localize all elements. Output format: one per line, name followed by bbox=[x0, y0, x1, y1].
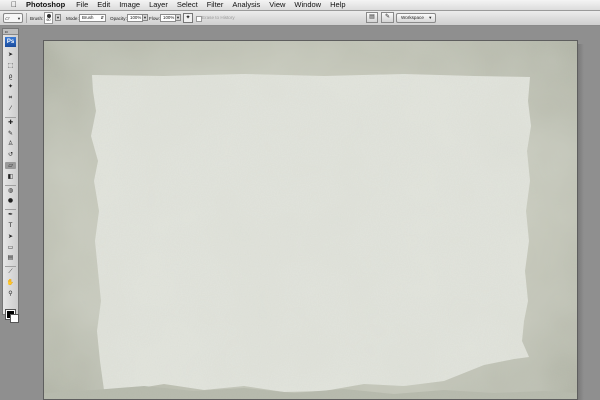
palette-well-icon[interactable]: ▤ bbox=[366, 12, 378, 23]
zoom-tool-icon[interactable]: ⚲ bbox=[5, 290, 16, 297]
toolbox-divider bbox=[5, 266, 16, 268]
airbrush-toggle-icon[interactable]: ✦ bbox=[183, 13, 193, 23]
marquee-tool-icon[interactable]: ⬚ bbox=[5, 62, 16, 69]
menu-analysis[interactable]: Analysis bbox=[232, 0, 260, 10]
opacity-slider-arrow-icon[interactable]: ▼ bbox=[142, 14, 148, 21]
tool-preset-picker[interactable]: ▱ ▼ bbox=[3, 13, 23, 23]
toolbox-divider bbox=[5, 209, 16, 211]
brushes-palette-icon[interactable]: ✎ bbox=[381, 12, 394, 23]
brush-picker-arrow-icon[interactable]: ▼ bbox=[55, 14, 61, 21]
slice-tool-icon[interactable]: ⁄ bbox=[5, 105, 16, 112]
mode-select[interactable]: Brush ⇵ bbox=[79, 14, 106, 22]
brush-size-value: 60 bbox=[46, 18, 51, 22]
history-brush-tool-icon[interactable]: ↺ bbox=[5, 151, 16, 158]
mode-label: Mode: bbox=[66, 15, 79, 21]
menu-app-photoshop[interactable]: Photoshop bbox=[26, 0, 65, 10]
toolbox-divider bbox=[5, 116, 16, 118]
notes-tool-icon[interactable]: ▤ bbox=[5, 254, 16, 261]
eyedropper-tool-icon[interactable]: ⟋ bbox=[5, 268, 16, 275]
type-tool-icon[interactable]: T bbox=[5, 222, 16, 229]
toolbox-panel: •• Ps ➤ ⬚ ϱ ✦ ⌗ ⁄ ✚ ✎ ♙ ↺ ▱ ◧ ◍ ● ✒ T ➤ ▭ ▤ ⟋ ✋ ⚲ bbox=[2, 28, 19, 323]
canvas-artwork bbox=[44, 41, 577, 399]
menu-image[interactable]: Image bbox=[119, 0, 140, 10]
hand-tool-icon[interactable]: ✋ bbox=[5, 279, 16, 286]
apple-logo-icon[interactable]:  bbox=[9, 0, 19, 10]
crop-tool-icon[interactable]: ⌗ bbox=[5, 94, 16, 101]
opacity-field[interactable]: 100% bbox=[127, 14, 143, 22]
healing-brush-tool-icon[interactable]: ✚ bbox=[5, 119, 16, 126]
menu-file[interactable]: File bbox=[76, 0, 88, 10]
lasso-tool-icon[interactable]: ϱ bbox=[5, 73, 16, 80]
brush-tool-icon[interactable]: ✎ bbox=[5, 130, 16, 137]
gradient-tool-icon[interactable]: ◧ bbox=[5, 173, 16, 180]
menu-view[interactable]: View bbox=[269, 0, 285, 10]
opacity-label: Opacity: bbox=[110, 15, 127, 21]
brush-label: Brush: bbox=[30, 15, 44, 21]
chevron-down-icon: ▼ bbox=[428, 15, 433, 20]
select-arrows-icon: ⇵ bbox=[100, 15, 104, 20]
mode-value: Brush bbox=[82, 15, 94, 20]
menu-filter[interactable]: Filter bbox=[207, 0, 224, 10]
menu-bar:  Photoshop File Edit Image Layer Select… bbox=[0, 0, 600, 11]
ps-logo[interactable]: Ps bbox=[5, 37, 16, 47]
document-canvas[interactable] bbox=[43, 40, 578, 400]
menu-layer[interactable]: Layer bbox=[149, 0, 168, 10]
flow-label: Flow: bbox=[149, 15, 160, 21]
clone-stamp-tool-icon[interactable]: ♙ bbox=[5, 140, 16, 147]
eraser-tool-icon[interactable]: ▱ bbox=[5, 162, 16, 169]
menu-window[interactable]: Window bbox=[294, 0, 321, 10]
magic-wand-tool-icon[interactable]: ✦ bbox=[5, 83, 16, 90]
menu-edit[interactable]: Edit bbox=[97, 0, 110, 10]
canvas-shadow bbox=[578, 44, 584, 400]
flow-field[interactable]: 100% bbox=[160, 14, 176, 22]
chevron-down-icon: ▼ bbox=[17, 15, 21, 21]
brush-picker[interactable]: 60 bbox=[44, 12, 53, 24]
pen-tool-icon[interactable]: ✒ bbox=[5, 211, 16, 218]
workspace-menu[interactable]: Workspace ▼ bbox=[396, 13, 436, 23]
flow-slider-arrow-icon[interactable]: ▼ bbox=[175, 14, 181, 21]
background-color-swatch[interactable] bbox=[10, 314, 19, 323]
divider bbox=[26, 13, 27, 23]
toolbox-divider bbox=[5, 184, 16, 186]
eraser-preset-icon: ▱ bbox=[5, 15, 10, 22]
workspace-label: Workspace bbox=[401, 15, 424, 20]
menu-select[interactable]: Select bbox=[177, 0, 198, 10]
dodge-tool-icon[interactable]: ● bbox=[5, 197, 16, 204]
blur-tool-icon[interactable]: ◍ bbox=[5, 187, 16, 194]
erase-to-history-label: Erase to History bbox=[202, 15, 235, 20]
move-tool-icon[interactable]: ➤ bbox=[5, 51, 16, 58]
path-selection-tool-icon[interactable]: ➤ bbox=[5, 233, 16, 240]
menu-help[interactable]: Help bbox=[330, 0, 345, 10]
tool-options-bar: ▱ ▼ Brush: 60 ▼ Mode: Brush ⇵ Opacity: 1… bbox=[0, 11, 600, 26]
shape-tool-icon[interactable]: ▭ bbox=[5, 244, 16, 251]
toolbox-grip[interactable]: •• bbox=[3, 29, 18, 35]
